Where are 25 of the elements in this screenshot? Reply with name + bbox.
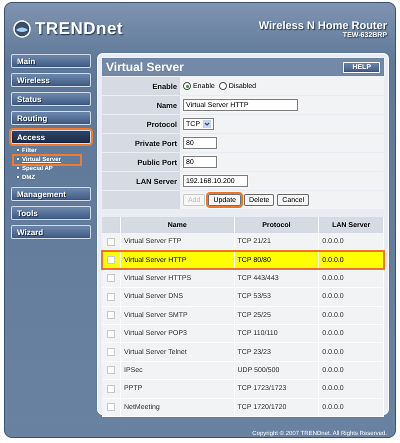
row-checkbox[interactable] xyxy=(107,292,115,301)
logo-icon xyxy=(13,20,31,38)
sidebar-item[interactable]: Management xyxy=(11,187,91,201)
row-checkbox[interactable] xyxy=(107,256,115,264)
row-checkbox[interactable] xyxy=(107,274,115,282)
sidebar-item[interactable]: Routing xyxy=(11,111,91,125)
brand-logo: TRENDnet xyxy=(35,19,124,39)
sidebar-item[interactable]: Wizard xyxy=(11,225,91,239)
row-checkbox[interactable] xyxy=(107,238,115,246)
row-checkbox[interactable] xyxy=(107,311,115,320)
sidebar-item[interactable]: Wireless xyxy=(11,73,91,87)
sidebar-item[interactable]: Access xyxy=(11,130,91,144)
sidebar-item[interactable]: Tools xyxy=(11,206,91,220)
radio-button[interactable] xyxy=(183,82,191,90)
radio-button[interactable] xyxy=(218,82,227,90)
row-checkbox[interactable] xyxy=(107,366,115,374)
sidebar-item[interactable]: Status xyxy=(11,92,91,106)
panel-title: Virtual Server xyxy=(106,60,184,74)
sidebar-item[interactable]: Main xyxy=(11,54,91,68)
row-checkbox[interactable] xyxy=(107,403,115,412)
row-checkbox[interactable] xyxy=(107,384,115,393)
caret-icon xyxy=(203,120,211,128)
row-checkbox[interactable] xyxy=(107,330,115,338)
row-checkbox[interactable] xyxy=(107,348,115,356)
product-name: Wireless N Home Router xyxy=(258,20,387,32)
